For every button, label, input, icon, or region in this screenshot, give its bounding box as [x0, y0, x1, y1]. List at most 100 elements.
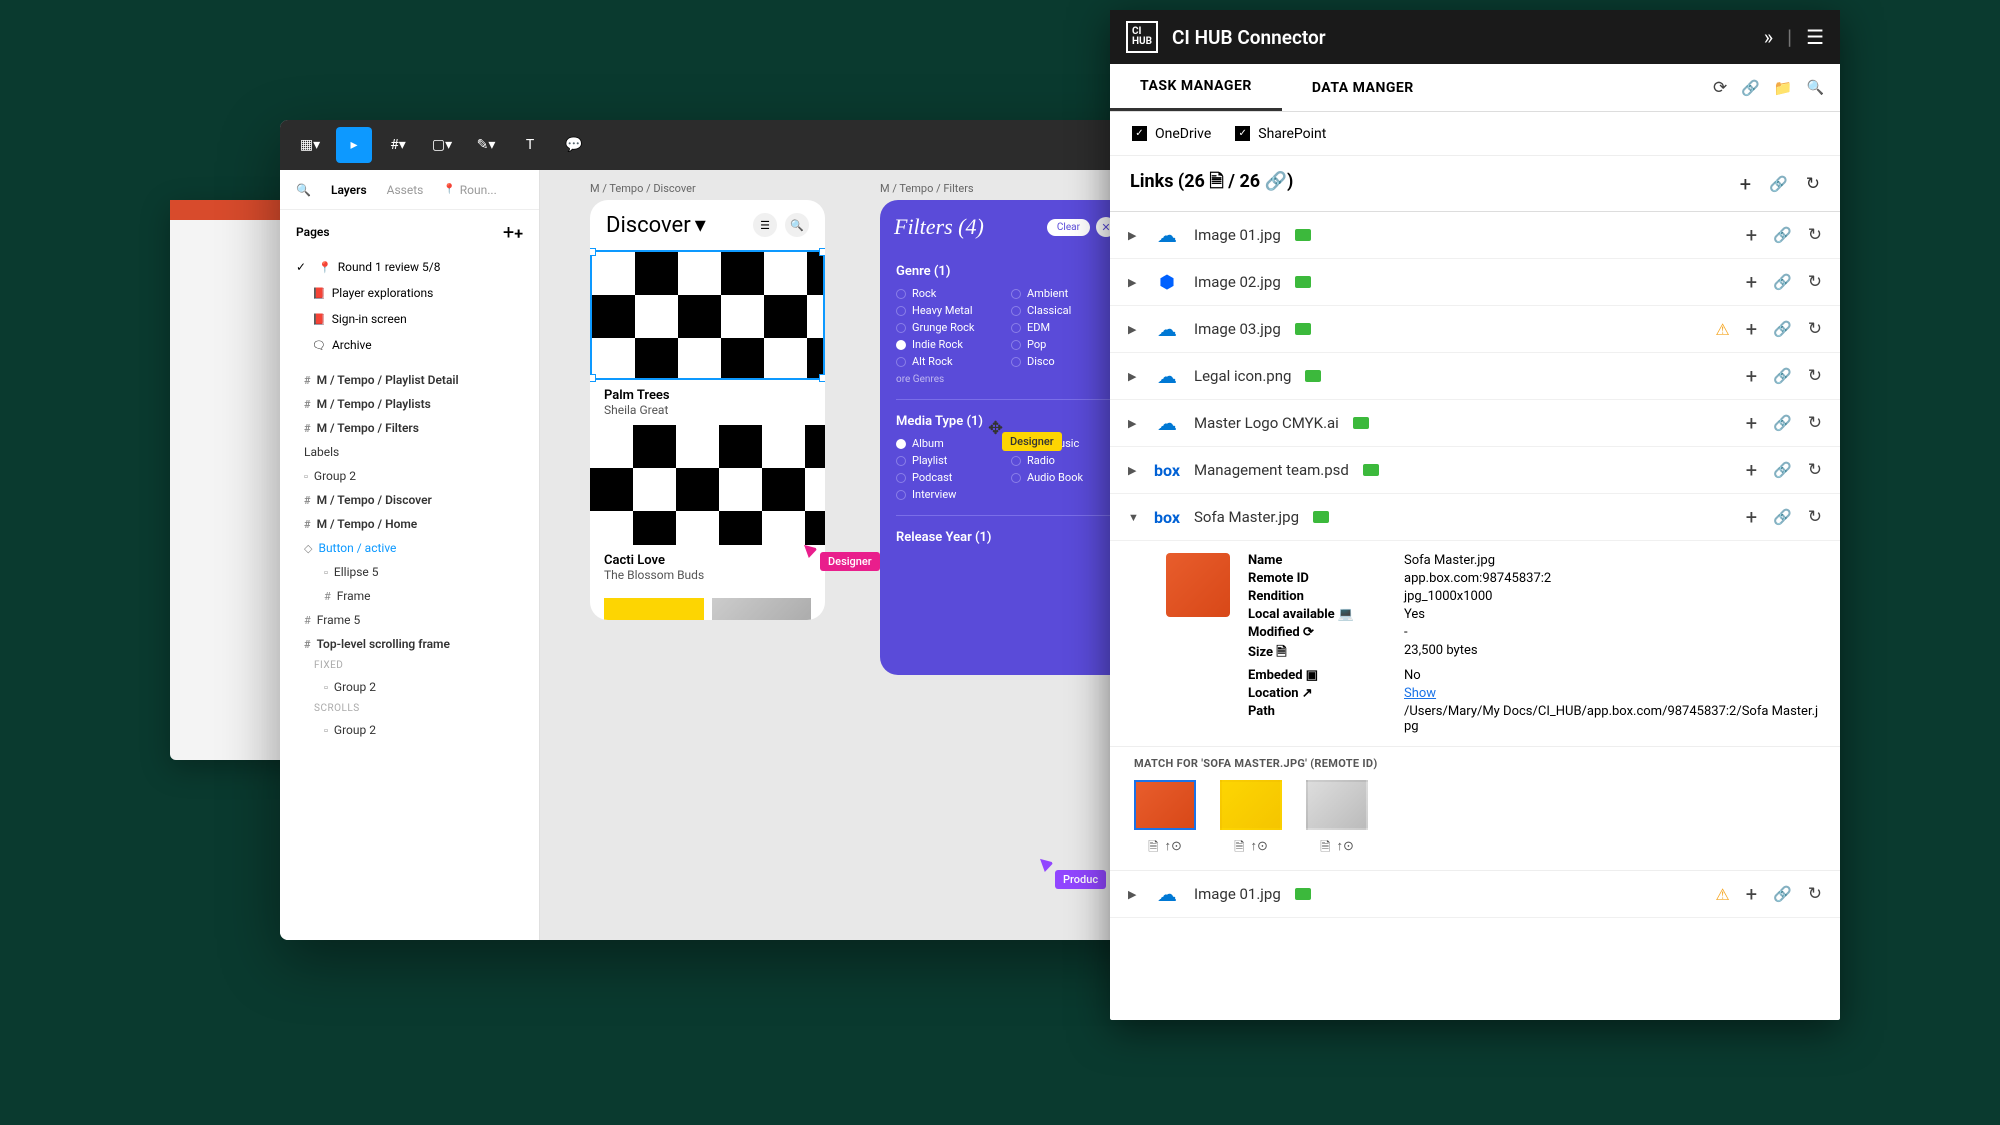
- add-icon[interactable]: [1746, 317, 1757, 341]
- selected-image[interactable]: [590, 250, 825, 380]
- add-icon[interactable]: [1746, 270, 1757, 294]
- layer-item[interactable]: Group 2: [280, 464, 539, 488]
- refresh-button[interactable]: [1806, 172, 1820, 196]
- refresh-icon[interactable]: [1808, 884, 1822, 904]
- page-item[interactable]: 📕Player explorations: [280, 280, 539, 306]
- filter-option[interactable]: Pop: [1011, 338, 1114, 351]
- clear-button[interactable]: Clear: [1047, 219, 1090, 236]
- layer-item[interactable]: M / Tempo / Discover: [280, 488, 539, 512]
- filter-option[interactable]: Heavy Metal: [896, 304, 999, 317]
- folder-icon[interactable]: [1774, 78, 1793, 98]
- filter-option[interactable]: Classical: [1011, 304, 1114, 317]
- filter-option[interactable]: Rock: [896, 287, 999, 300]
- search-icon[interactable]: 🔍: [296, 183, 311, 197]
- more-genres-link[interactable]: ore Genres: [896, 374, 1114, 385]
- layer-item[interactable]: Frame: [280, 584, 539, 608]
- add-link-button[interactable]: [1740, 172, 1751, 196]
- pen-tool[interactable]: ✎▾: [468, 127, 504, 163]
- tab-page-dropdown[interactable]: Roun...: [443, 183, 496, 197]
- link-row[interactable]: ▶ ☁ Image 03.jpg ⚠: [1110, 306, 1840, 353]
- refresh-icon[interactable]: [1808, 225, 1822, 245]
- layer-item[interactable]: M / Tempo / Filters: [280, 416, 539, 440]
- layer-item[interactable]: Group 2: [280, 675, 539, 699]
- collapse-icon[interactable]: »: [1764, 25, 1773, 49]
- link-row[interactable]: ▶ box Management team.psd: [1110, 447, 1840, 494]
- artboard-label[interactable]: M / Tempo / Discover: [590, 182, 696, 195]
- match-item[interactable]: 🗎↑⊙: [1220, 780, 1282, 860]
- relink-button[interactable]: [1769, 172, 1788, 196]
- link-icon[interactable]: [1773, 320, 1792, 338]
- link-icon[interactable]: [1773, 367, 1792, 385]
- layer-item[interactable]: M / Tempo / Playlist Detail: [280, 368, 539, 392]
- main-menu-button[interactable]: ▦▾: [292, 127, 328, 163]
- refresh-icon[interactable]: [1808, 366, 1822, 386]
- move-tool[interactable]: ▸: [336, 127, 372, 163]
- filter-option[interactable]: Grunge Rock: [896, 321, 999, 334]
- frame-tool[interactable]: #▾: [380, 127, 416, 163]
- match-item[interactable]: 🗎↑⊙: [1306, 780, 1368, 860]
- filter-option[interactable]: Ambient: [1011, 287, 1114, 300]
- link-icon[interactable]: [1773, 461, 1792, 479]
- show-location-link[interactable]: Show: [1404, 686, 1436, 701]
- collapse-icon[interactable]: ▼: [1128, 511, 1140, 524]
- link-row[interactable]: ▶ ⬢ Image 02.jpg: [1110, 259, 1840, 306]
- link-icon[interactable]: [1773, 273, 1792, 291]
- add-page-button[interactable]: +: [503, 220, 523, 244]
- expand-icon[interactable]: ▶: [1128, 276, 1140, 289]
- layer-item[interactable]: Top-level scrolling frame: [280, 632, 539, 656]
- layer-item[interactable]: Labels: [280, 440, 539, 464]
- link-row[interactable]: ▼ box Sofa Master.jpg: [1110, 494, 1840, 541]
- source-onedrive-checkbox[interactable]: ✓OneDrive: [1132, 126, 1211, 142]
- link-icon[interactable]: [1741, 78, 1760, 98]
- search-icon[interactable]: [1807, 78, 1824, 98]
- add-icon[interactable]: [1746, 882, 1757, 906]
- expand-icon[interactable]: ▶: [1128, 323, 1140, 336]
- link-row[interactable]: ▶ ☁ Legal icon.png: [1110, 353, 1840, 400]
- add-icon[interactable]: [1746, 223, 1757, 247]
- layer-item[interactable]: Frame 5: [280, 608, 539, 632]
- link-row[interactable]: ▶ ☁ Image 01.jpg: [1110, 212, 1840, 259]
- expand-icon[interactable]: ▶: [1128, 229, 1140, 242]
- link-icon[interactable]: [1773, 508, 1792, 526]
- sync-icon[interactable]: [1713, 78, 1727, 98]
- filter-option[interactable]: Audio Book: [1011, 471, 1114, 484]
- artboard-discover[interactable]: Discover▾ ☰ 🔍 Palm Trees Sheila Great Ca…: [590, 200, 825, 620]
- page-item[interactable]: 📍Round 1 review 5/8: [280, 254, 539, 280]
- layer-item[interactable]: M / Tempo / Playlists: [280, 392, 539, 416]
- layer-item[interactable]: Group 2: [280, 718, 539, 742]
- refresh-icon[interactable]: [1808, 507, 1822, 527]
- refresh-icon[interactable]: [1808, 460, 1822, 480]
- filter-option[interactable]: Disco: [1011, 355, 1114, 368]
- source-sharepoint-checkbox[interactable]: ✓SharePoint: [1235, 126, 1326, 142]
- layer-item[interactable]: Ellipse 5: [280, 560, 539, 584]
- shape-tool[interactable]: ▢▾: [424, 127, 460, 163]
- filter-option[interactable]: Playlist: [896, 454, 999, 467]
- link-row[interactable]: ▶ ☁ Image 01.jpg ⚠: [1110, 871, 1840, 918]
- filter-option[interactable]: Radio: [1011, 454, 1114, 467]
- link-row[interactable]: ▶ ☁ Master Logo CMYK.ai: [1110, 400, 1840, 447]
- page-item[interactable]: 📕Sign-in screen: [280, 306, 539, 332]
- expand-icon[interactable]: ▶: [1128, 370, 1140, 383]
- refresh-icon[interactable]: [1808, 272, 1822, 292]
- expand-icon[interactable]: ▶: [1128, 417, 1140, 430]
- filter-option[interactable]: Podcast: [896, 471, 999, 484]
- tab-task-manager[interactable]: TASK MANAGER: [1110, 64, 1282, 111]
- add-icon[interactable]: [1746, 364, 1757, 388]
- refresh-icon[interactable]: [1808, 413, 1822, 433]
- filter-icon[interactable]: ☰: [753, 213, 777, 237]
- link-icon[interactable]: [1773, 226, 1792, 244]
- filter-option[interactable]: Interview: [896, 488, 999, 501]
- comment-tool[interactable]: 💬: [556, 127, 592, 163]
- text-tool[interactable]: T: [512, 127, 548, 163]
- layer-item[interactable]: Button / active: [280, 536, 539, 560]
- expand-icon[interactable]: ▶: [1128, 888, 1140, 901]
- refresh-icon[interactable]: [1808, 319, 1822, 339]
- match-item[interactable]: 🗎↑⊙: [1134, 780, 1196, 860]
- link-icon[interactable]: [1773, 885, 1792, 903]
- filter-option[interactable]: Indie Rock: [896, 338, 999, 351]
- add-icon[interactable]: [1746, 505, 1757, 529]
- link-icon[interactable]: [1773, 414, 1792, 432]
- tab-layers[interactable]: Layers: [331, 183, 367, 197]
- filter-option[interactable]: EDM: [1011, 321, 1114, 334]
- search-icon[interactable]: 🔍: [785, 213, 809, 237]
